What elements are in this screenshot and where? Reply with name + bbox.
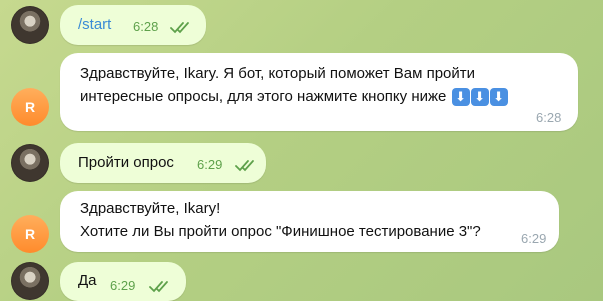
message-time: 6:28 xyxy=(536,110,562,125)
message-line: Здравствуйте, Ikary. Я бот, который помо… xyxy=(80,65,476,82)
message-text: Пройти опрос xyxy=(78,154,174,171)
bot-avatar[interactable]: R xyxy=(11,88,49,126)
message-line: интересные опросы, для этого нажмите кно… xyxy=(80,86,508,108)
command-link[interactable]: /start xyxy=(78,14,111,36)
message-text: Да xyxy=(78,272,97,289)
bot-avatar-letter: R xyxy=(24,226,36,242)
double-check-icon xyxy=(149,281,168,293)
down-arrow-emoji-icon: ⬇ xyxy=(489,88,508,107)
double-check-icon xyxy=(235,160,254,172)
message-bubble[interactable]: Пройти опрос 6:29 xyxy=(60,143,266,183)
message-time: 6:29 xyxy=(110,278,136,293)
chat-history: /start 6:28 R Здравствуйте, Ikary. Я бот… xyxy=(0,0,603,301)
double-check-icon xyxy=(170,22,189,34)
message-bubble[interactable]: Здравствуйте, Ikary! Хотите ли Вы пройти… xyxy=(60,191,559,252)
down-arrow-emoji-icon: ⬇ xyxy=(470,88,489,107)
message-bubble[interactable]: Здравствуйте, Ikary. Я бот, который помо… xyxy=(60,53,578,131)
bot-avatar-letter: R xyxy=(24,99,36,115)
message-bubble[interactable]: Да 6:29 xyxy=(60,262,186,301)
message-time: 6:28 xyxy=(133,19,159,34)
down-arrow-emoji-icon: ⬇ xyxy=(451,88,470,107)
message-bubble[interactable]: /start 6:28 xyxy=(60,5,206,45)
message-line-text: интересные опросы, для этого нажмите кно… xyxy=(80,88,447,105)
message-time: 6:29 xyxy=(197,157,223,172)
user-avatar[interactable] xyxy=(11,262,49,300)
message-time: 6:29 xyxy=(521,231,547,246)
user-avatar[interactable] xyxy=(11,144,49,182)
bot-avatar[interactable]: R xyxy=(11,215,49,253)
message-line: Хотите ли Вы пройти опрос "Финишное тест… xyxy=(80,223,481,240)
user-avatar[interactable] xyxy=(11,6,49,44)
message-line: Здравствуйте, Ikary! xyxy=(80,200,221,217)
